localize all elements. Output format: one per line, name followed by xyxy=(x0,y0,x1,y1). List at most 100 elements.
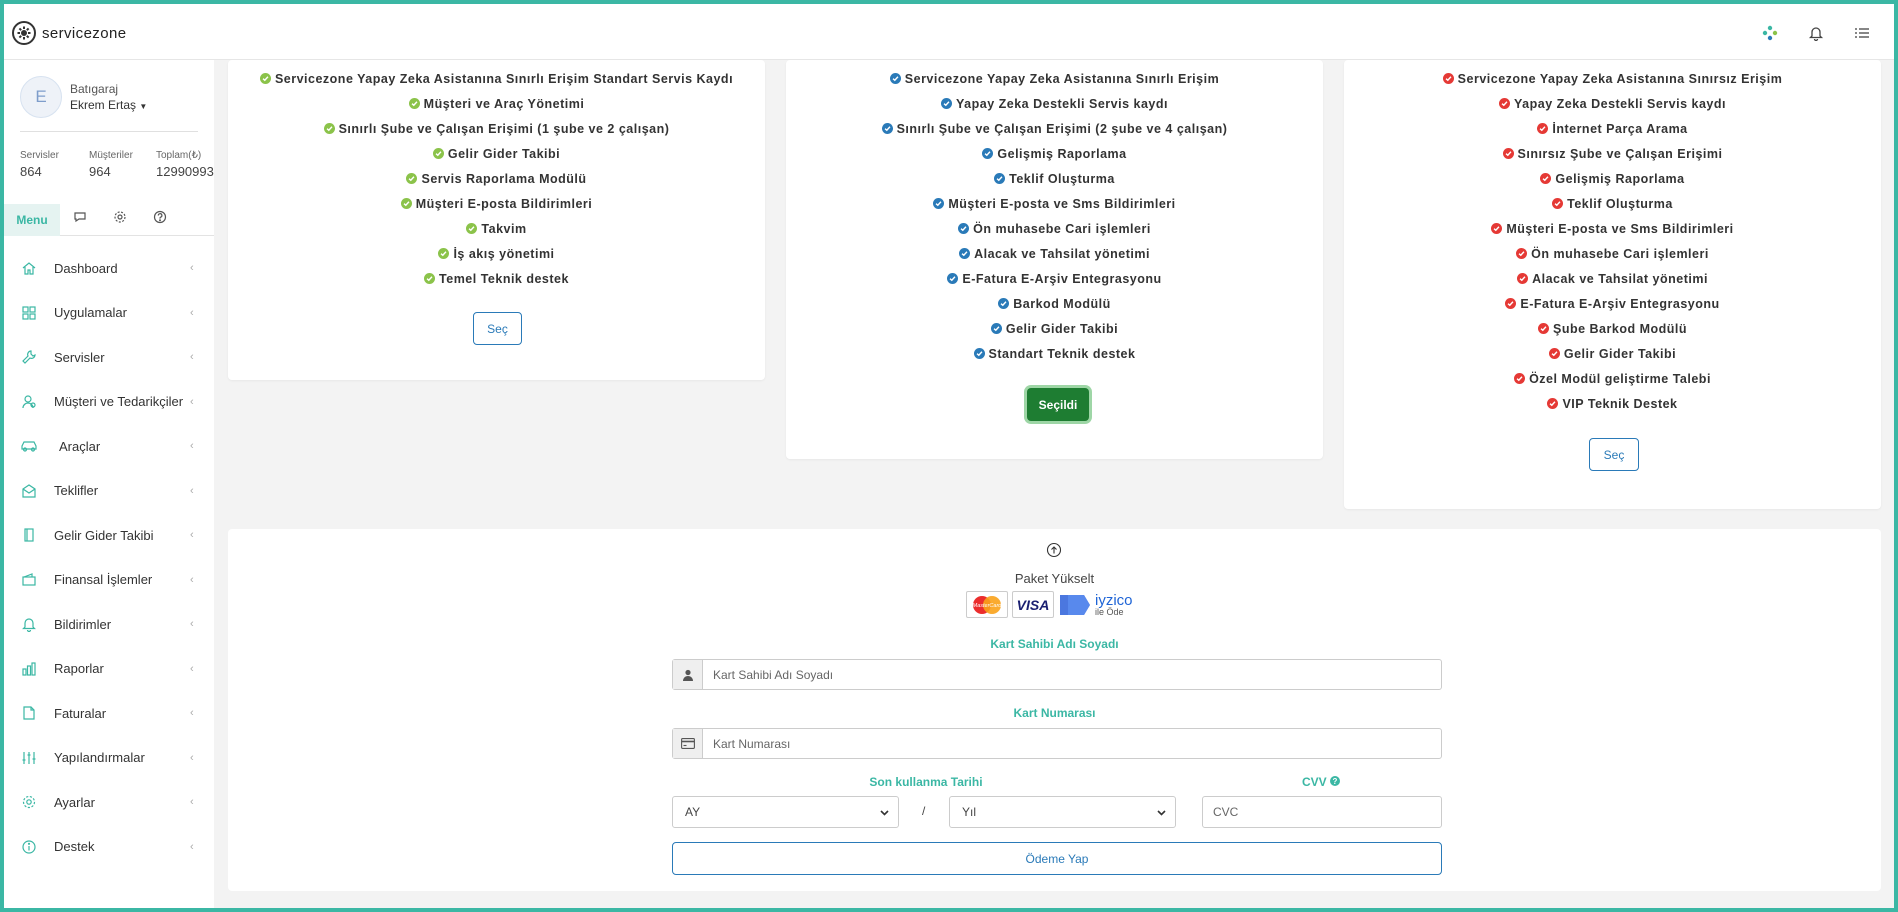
envelope-icon xyxy=(20,482,38,500)
user-name-text: Ekrem Ertaş xyxy=(70,98,137,112)
tab-menu[interactable]: Menu xyxy=(4,203,60,236)
feature-label: Alacak ve Tahsilat yönetimi xyxy=(1532,271,1708,286)
sidebar-item-services[interactable]: Servisler ‹ xyxy=(4,335,214,380)
check-circle-icon xyxy=(1514,373,1526,384)
check-circle-icon xyxy=(947,273,959,284)
tab-chat[interactable] xyxy=(60,204,100,236)
sidebar-item-vehicles[interactable]: Araçlar ‹ xyxy=(4,424,214,469)
grid-icon xyxy=(20,304,38,322)
sidebar-item-support[interactable]: Destek ‹ xyxy=(4,825,214,870)
sidebar-item-label: Gelir Gider Takibi xyxy=(54,527,154,543)
expiry-month-select[interactable]: AY xyxy=(672,796,899,828)
check-circle-icon xyxy=(1502,148,1514,159)
top-bar: servicezone xyxy=(4,4,1894,60)
sidebar-item-reports[interactable]: Raporlar ‹ xyxy=(4,647,214,692)
stat-label: Müşteriler xyxy=(89,150,133,161)
chevron-left-icon: ‹ xyxy=(190,707,194,720)
sidebar-item-settings[interactable]: Ayarlar ‹ xyxy=(4,780,214,825)
feature-item: Alacak ve Tahsilat yönetimi xyxy=(786,241,1323,266)
brand-logo[interactable]: servicezone xyxy=(12,21,126,45)
check-circle-icon xyxy=(466,223,478,234)
check-circle-icon xyxy=(1517,273,1529,284)
sidebar-item-dashboard[interactable]: Dashboard ‹ xyxy=(4,246,214,291)
feature-label: Müşteri E-posta ve Sms Bildirimleri xyxy=(1506,221,1734,236)
chevron-left-icon: ‹ xyxy=(190,618,194,631)
check-circle-icon xyxy=(1516,248,1528,259)
chevron-left-icon: ‹ xyxy=(190,262,194,275)
bell-icon[interactable] xyxy=(1806,23,1826,43)
sidebar-item-notifications[interactable]: Bildirimler ‹ xyxy=(4,602,214,647)
user-profile[interactable]: E Batıgaraj Ekrem Ertaş ▼ xyxy=(20,76,147,118)
card-number-label: Kart Numarası xyxy=(1013,706,1096,720)
feature-label: Servis Raporlama Modülü xyxy=(421,171,587,186)
card-holder-field[interactable] xyxy=(672,659,1442,690)
check-circle-icon xyxy=(1442,73,1454,84)
feature-label: Gelir Gider Takibi xyxy=(1005,321,1119,336)
chevron-left-icon: ‹ xyxy=(190,440,194,453)
feature-label: Sınırlı Şube ve Çalışan Erişimi (1 şube … xyxy=(338,121,670,136)
sidebar-item-label: Uygulamalar xyxy=(54,305,127,321)
chevron-down-icon xyxy=(879,807,890,821)
tab-help[interactable] xyxy=(140,204,180,236)
check-circle-icon xyxy=(1548,348,1560,359)
check-circle-icon xyxy=(1537,123,1549,134)
stat-value: 864 xyxy=(20,164,42,179)
user-name[interactable]: Ekrem Ertaş ▼ xyxy=(70,98,147,112)
pay-button[interactable]: Ödeme Yap xyxy=(672,842,1442,875)
feature-label: VIP Teknik Destek xyxy=(1562,396,1678,411)
feature-item: Gelir Gider Takibi xyxy=(786,316,1323,341)
feature-label: Gelir Gider Takibi xyxy=(1563,346,1677,361)
gear-logo-icon xyxy=(12,21,36,45)
feature-item: Servicezone Yapay Zeka Asistanına Sınırl… xyxy=(786,66,1323,91)
feature-label: Yapay Zeka Destekli Servis kaydı xyxy=(1514,96,1726,111)
brand-name: servicezone xyxy=(42,24,127,42)
check-circle-icon xyxy=(881,123,893,134)
check-circle-icon xyxy=(438,248,450,259)
feature-item: Barkod Modülü xyxy=(786,291,1323,316)
credit-card-icon xyxy=(673,729,703,758)
arrow-up-circle-icon xyxy=(1046,542,1062,558)
gear-icon xyxy=(113,210,127,229)
users-icon xyxy=(20,393,38,411)
sidebar-item-customers[interactable]: Müşteri ve Tedarikçiler ‹ xyxy=(4,380,214,425)
cvc-field[interactable] xyxy=(1202,796,1442,828)
feature-label: İnternet Parça Arama xyxy=(1552,121,1688,136)
selected-plan-button[interactable]: Seçildi xyxy=(1027,388,1089,421)
apps-icon[interactable] xyxy=(1760,23,1780,43)
expiry-year-select[interactable]: Yıl xyxy=(949,796,1176,828)
question-circle-icon[interactable]: ? xyxy=(1330,775,1341,789)
cvc-input[interactable] xyxy=(1203,797,1441,827)
select-plan-button[interactable]: Seç xyxy=(473,312,522,345)
book-icon xyxy=(20,526,38,544)
check-circle-icon xyxy=(889,73,901,84)
card-number-input[interactable] xyxy=(703,729,1441,758)
feature-label: Temel Teknik destek xyxy=(439,271,569,286)
check-circle-icon xyxy=(998,298,1010,309)
select-plan-button[interactable]: Seç xyxy=(1589,438,1639,471)
feature-item: Sınırlı Şube ve Çalışan Erişimi (1 şube … xyxy=(228,116,765,141)
check-circle-icon xyxy=(994,173,1006,184)
file-icon xyxy=(20,704,38,722)
sidebar-item-offers[interactable]: Teklifler ‹ xyxy=(4,469,214,514)
sidebar-item-financial[interactable]: Finansal İşlemler ‹ xyxy=(4,558,214,603)
check-circle-icon xyxy=(1499,98,1511,109)
sidebar-item-invoices[interactable]: Faturalar ‹ xyxy=(4,691,214,736)
avatar: E xyxy=(20,76,62,118)
sidebar-item-apps[interactable]: Uygulamalar ‹ xyxy=(4,291,214,336)
sidebar-item-configurations[interactable]: Yapılandırmalar ‹ xyxy=(4,736,214,781)
sidebar-tabs: Menu xyxy=(4,203,214,236)
chevron-left-icon: ‹ xyxy=(190,840,194,853)
plan-card-standard: Servicezone Yapay Zeka Asistanına Sınırl… xyxy=(228,60,765,380)
sidebar-item-income-expense[interactable]: Gelir Gider Takibi ‹ xyxy=(4,513,214,558)
feature-item: Servicezone Yapay Zeka Asistanına Sınırs… xyxy=(1344,66,1881,91)
card-holder-input[interactable] xyxy=(703,660,1441,689)
stat-label: Servisler xyxy=(20,150,59,161)
feature-label: Özel Modül geliştirme Talebi xyxy=(1529,371,1711,386)
card-number-field[interactable] xyxy=(672,728,1442,759)
check-circle-icon xyxy=(933,198,945,209)
check-circle-icon xyxy=(1538,323,1549,334)
tab-settings[interactable] xyxy=(100,204,140,236)
plan-card-enterprise: Servicezone Yapay Zeka Asistanına Sınırs… xyxy=(1344,60,1881,509)
feature-item: Gelişmiş Raporlama xyxy=(1344,166,1881,191)
list-icon[interactable] xyxy=(1852,23,1872,43)
